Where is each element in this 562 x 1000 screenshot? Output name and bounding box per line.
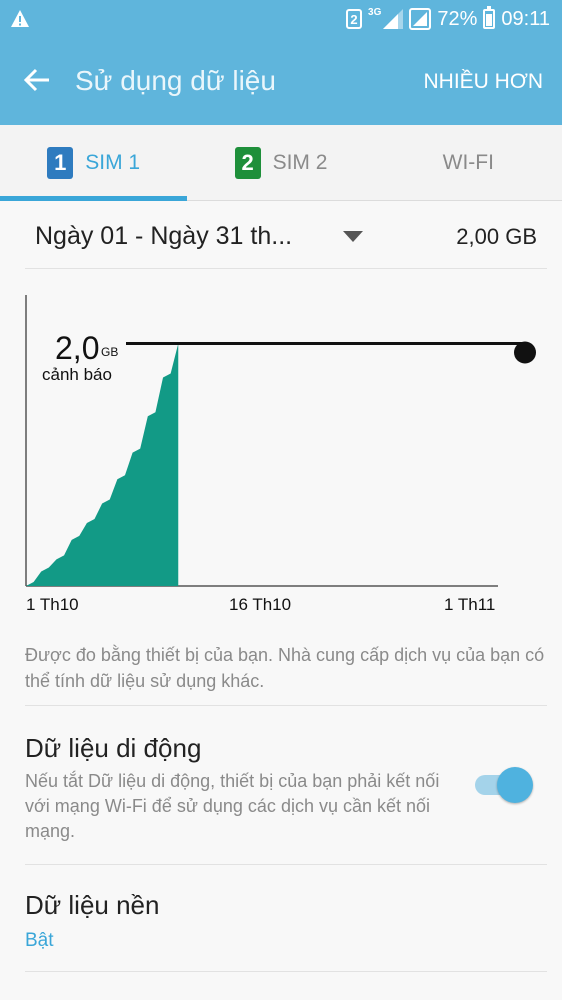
- signal-icon: [409, 8, 432, 30]
- warning-icon: [11, 10, 29, 27]
- more-button[interactable]: NHIỀU HƠN: [423, 70, 543, 94]
- mobile-data-setting[interactable]: Dữ liệu di động Nếu tắt Dữ liệu di động,…: [25, 707, 547, 865]
- warning-value: 2,0: [55, 330, 100, 366]
- x-tick-label: 1 Th11: [444, 595, 496, 614]
- x-tick-label: 1 Th10: [26, 595, 79, 614]
- billing-cycle: Ngày 01 - Ngày 31 th... 2,00 GB: [25, 201, 547, 269]
- usage-chart: 2,0 GB cảnh báo 1 Th10 16 Th10 1 Th11: [0, 270, 562, 625]
- chevron-down-icon[interactable]: [343, 231, 363, 242]
- tab-label: WI-FI: [442, 150, 494, 174]
- page-title: Sử dụng dữ liệu: [75, 65, 276, 96]
- arrow-left-icon[interactable]: [22, 65, 52, 95]
- x-tick-label: 16 Th10: [229, 595, 292, 614]
- signal-icon: [383, 9, 404, 29]
- status-bar: 2 3G 72% 09:11: [0, 0, 562, 38]
- usage-chart-svg: [25, 295, 536, 587]
- app-bar: Sử dụng dữ liệu NHIỀU HƠN: [0, 38, 562, 125]
- mobile-data-toggle[interactable]: [473, 767, 535, 803]
- tab-label: SIM 2: [272, 150, 328, 174]
- sim-2-icon: 2: [346, 9, 363, 29]
- measurement-note: Được đo bằng thiết bị của bạn. Nhà cung …: [25, 642, 547, 706]
- warning-label: cảnh báo: [42, 365, 112, 384]
- tab-wifi[interactable]: WI-FI: [375, 125, 562, 200]
- tab-sim-2[interactable]: 2 SIM 2: [187, 125, 374, 200]
- tab-sim-1[interactable]: 1 SIM 1: [0, 125, 188, 201]
- background-data-setting[interactable]: Dữ liệu nền Bật: [25, 866, 547, 972]
- sim-tabs: 1 SIM 1 2 SIM 2 WI-FI: [0, 125, 562, 201]
- mobile-data-description: Nếu tắt Dữ liệu di động, thiết bị của bạ…: [25, 771, 440, 841]
- status-icons: 2 3G 72% 09:11: [346, 6, 550, 32]
- battery-icon: [483, 6, 496, 29]
- mobile-data-title: Dữ liệu di động: [25, 733, 202, 763]
- tab-label: SIM 1: [85, 150, 141, 174]
- sim-1-icon: 1: [47, 146, 74, 179]
- background-data-title: Dữ liệu nền: [25, 890, 160, 920]
- toggle-knob: [497, 767, 533, 803]
- data-limit: 2,00 GB: [456, 224, 537, 249]
- clock: 09:11: [501, 7, 550, 30]
- cycle-range-dropdown[interactable]: Ngày 01 - Ngày 31 th...: [35, 222, 292, 251]
- warning-handle[interactable]: [514, 341, 536, 364]
- warning-unit: GB: [101, 345, 119, 359]
- sim-2-icon: 2: [234, 146, 261, 179]
- battery-percent: 72%: [437, 7, 478, 30]
- network-type: 3G: [368, 6, 382, 18]
- background-data-value: Bật: [25, 930, 54, 951]
